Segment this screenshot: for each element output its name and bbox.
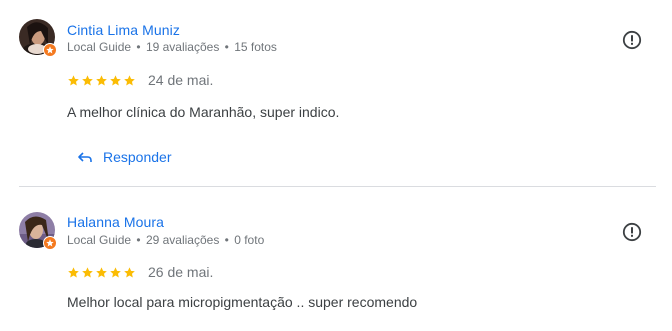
star-icon (82, 267, 93, 278)
local-guide-badge-icon (43, 236, 57, 250)
separator: • (136, 40, 141, 54)
star-icon (96, 267, 107, 278)
star-icon (124, 75, 135, 86)
photos-count: 0 foto (234, 233, 265, 247)
review-card: Cintia Lima Muniz Local Guide • 19 avali… (0, 0, 672, 186)
author-meta: Local Guide • 29 avaliações • 0 foto (67, 233, 264, 247)
local-guide-label: Local Guide (67, 233, 132, 247)
reviews-count: 29 avaliações (145, 233, 220, 247)
avatar[interactable] (19, 212, 57, 250)
local-guide-label: Local Guide (67, 40, 132, 54)
reply-arrow-icon (78, 152, 92, 162)
author-name[interactable]: Halanna Moura (67, 214, 164, 230)
reply-button[interactable]: Responder (67, 142, 182, 172)
separator: • (136, 233, 141, 247)
review-text: A melhor clínica do Maranhão, super indi… (67, 104, 340, 120)
star-icon (110, 267, 121, 278)
author-name[interactable]: Cintia Lima Muniz (67, 22, 180, 38)
star-icon (96, 75, 107, 86)
avatar[interactable] (19, 19, 57, 57)
star-icon (124, 267, 135, 278)
star-rating (67, 266, 136, 279)
photos-count: 15 fotos (234, 40, 277, 54)
reply-label: Responder (103, 149, 172, 165)
report-icon[interactable] (621, 29, 643, 51)
star-rating (67, 74, 136, 87)
star-icon (82, 75, 93, 86)
author-meta: Local Guide • 19 avaliações • 15 fotos (67, 40, 277, 54)
local-guide-badge-icon (43, 43, 57, 57)
star-icon (68, 75, 79, 86)
separator: • (224, 40, 229, 54)
review-date: 26 de mai. (148, 264, 214, 280)
review-date: 24 de mai. (148, 72, 214, 88)
separator: • (224, 233, 229, 247)
reviews-count: 19 avaliações (145, 40, 220, 54)
review-text: Melhor local para micropigmentação .. su… (67, 294, 418, 310)
star-icon (68, 267, 79, 278)
report-icon[interactable] (621, 221, 643, 243)
star-icon (110, 75, 121, 86)
review-card: Halanna Moura Local Guide • 29 avaliaçõe… (0, 187, 672, 331)
